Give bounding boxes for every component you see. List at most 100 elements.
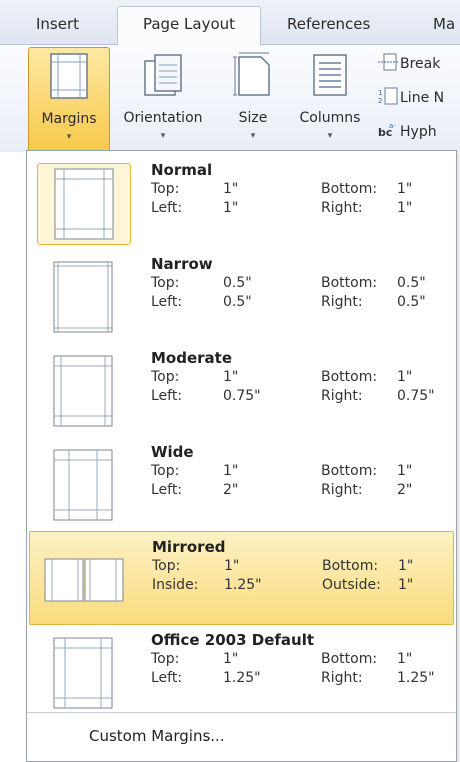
size-button[interactable]: Size ▾ bbox=[226, 47, 280, 147]
label-c: Left: bbox=[151, 388, 183, 404]
label-b: Bottom: bbox=[322, 558, 379, 574]
tab-insert[interactable]: Insert bbox=[36, 8, 79, 44]
line-numbers-button[interactable]: 12 Line N bbox=[378, 87, 444, 113]
option-name: Wide bbox=[151, 443, 194, 461]
tab-references[interactable]: References bbox=[287, 8, 370, 44]
value-d: 0.5" bbox=[397, 294, 426, 310]
label-b: Bottom: bbox=[321, 275, 378, 291]
label-a: Top: bbox=[152, 558, 181, 574]
value-a: 1" bbox=[223, 369, 239, 385]
value-d: 1.25" bbox=[397, 670, 435, 686]
moderate-margin-icon bbox=[53, 355, 113, 427]
label-b: Bottom: bbox=[321, 463, 378, 479]
margin-option-wide[interactable]: Wide Top: 1" Bottom: 1" Left: 2" Right: … bbox=[29, 437, 454, 529]
label-a: Top: bbox=[151, 181, 180, 197]
wide-thumbnail bbox=[37, 445, 129, 525]
value-d: 1" bbox=[397, 200, 413, 216]
value-c: 1.25" bbox=[223, 670, 261, 686]
label-a: Top: bbox=[151, 369, 180, 385]
margin-option-mirrored[interactable]: Mirrored Top: 1" Bottom: 1" Inside: 1.25… bbox=[29, 531, 454, 625]
value-b: 0.5" bbox=[397, 275, 426, 291]
breaks-icon bbox=[378, 53, 400, 75]
orientation-button[interactable]: Orientation ▾ bbox=[112, 47, 214, 147]
size-icon bbox=[233, 52, 270, 96]
label-d: Outside: bbox=[322, 577, 381, 593]
wide-margin-icon bbox=[53, 449, 113, 521]
hyphenation-button[interactable]: bc a- Hyph bbox=[378, 121, 437, 147]
tab-page-layout[interactable]: Page Layout bbox=[117, 6, 261, 46]
label-a: Top: bbox=[151, 275, 180, 291]
columns-button[interactable]: Columns ▾ bbox=[292, 47, 368, 147]
margins-icon bbox=[50, 53, 88, 99]
columns-label: Columns bbox=[299, 110, 361, 126]
value-a: 1" bbox=[223, 181, 239, 197]
margin-option-normal[interactable]: Normal Top: 1" Bottom: 1" Left: 1" Right… bbox=[29, 155, 454, 247]
label-d: Right: bbox=[321, 388, 363, 404]
value-b: 1" bbox=[398, 558, 414, 574]
narrow-margin-icon bbox=[53, 261, 113, 333]
office-2003-margin-icon bbox=[53, 637, 113, 709]
orientation-dropdown-arrow: ▾ bbox=[160, 131, 166, 141]
margin-option-office-2003-default[interactable]: Office 2003 Default Top: 1" Bottom: 1" L… bbox=[29, 625, 454, 717]
label-c: Left: bbox=[151, 482, 183, 498]
value-b: 1" bbox=[397, 181, 413, 197]
value-d: 0.75" bbox=[397, 388, 435, 404]
hyphenation-label: Hyph bbox=[400, 124, 437, 140]
option-name: Moderate bbox=[151, 349, 233, 367]
tab-mailings[interactable]: Ma bbox=[433, 8, 455, 44]
custom-margins-item[interactable]: Custom Margins... bbox=[89, 727, 225, 745]
value-d: 2" bbox=[397, 482, 413, 498]
value-b: 1" bbox=[397, 463, 413, 479]
value-a: 1" bbox=[223, 651, 239, 667]
value-b: 1" bbox=[397, 369, 413, 385]
label-b: Bottom: bbox=[321, 181, 378, 197]
moderate-thumbnail bbox=[37, 351, 129, 431]
value-c: 2" bbox=[223, 482, 239, 498]
value-c: 0.5" bbox=[223, 294, 252, 310]
breaks-button[interactable]: Break bbox=[378, 53, 440, 79]
margins-dropdown-arrow: ▾ bbox=[66, 132, 72, 142]
option-name: Mirrored bbox=[152, 538, 226, 556]
ribbon-page-setup: Margins ▾ Orientation ▾ Size ▾ Columns ▾… bbox=[0, 45, 460, 152]
label-a: Top: bbox=[151, 651, 180, 667]
value-a: 0.5" bbox=[223, 275, 252, 291]
orientation-label: Orientation bbox=[123, 110, 203, 126]
margins-button[interactable]: Margins ▾ bbox=[28, 47, 110, 152]
mirrored-margin-icon bbox=[44, 558, 124, 602]
line-numbers-label: Line N bbox=[400, 90, 445, 106]
menu-separator bbox=[27, 712, 456, 713]
margin-option-narrow[interactable]: Narrow Top: 0.5" Bottom: 0.5" Left: 0.5"… bbox=[29, 249, 454, 341]
line-numbers-icon: 12 bbox=[378, 87, 400, 109]
columns-dropdown-arrow: ▾ bbox=[327, 131, 333, 141]
normal-thumbnail bbox=[37, 163, 131, 245]
label-c: Left: bbox=[151, 200, 183, 216]
value-a: 1" bbox=[223, 463, 239, 479]
label-d: Right: bbox=[321, 294, 363, 310]
label-a: Top: bbox=[151, 463, 180, 479]
value-a: 1" bbox=[224, 558, 240, 574]
value-d: 1" bbox=[398, 577, 414, 593]
office-2003-thumbnail bbox=[37, 633, 129, 713]
option-name: Normal bbox=[151, 161, 213, 179]
label-d: Right: bbox=[321, 670, 363, 686]
svg-text:2: 2 bbox=[378, 97, 382, 105]
size-dropdown-arrow: ▾ bbox=[250, 131, 256, 141]
value-b: 1" bbox=[397, 651, 413, 667]
label-d: Right: bbox=[321, 482, 363, 498]
size-label: Size bbox=[238, 110, 268, 126]
narrow-thumbnail bbox=[37, 257, 129, 337]
margins-label: Margins bbox=[41, 111, 97, 127]
option-name: Narrow bbox=[151, 255, 213, 273]
label-b: Bottom: bbox=[321, 369, 378, 385]
svg-text:a-: a- bbox=[389, 122, 396, 130]
label-c: Left: bbox=[151, 294, 183, 310]
svg-text:1: 1 bbox=[378, 89, 382, 97]
ribbon-tab-bar: Insert Page Layout References Ma bbox=[0, 0, 460, 46]
value-c: 1.25" bbox=[224, 577, 262, 593]
margin-option-moderate[interactable]: Moderate Top: 1" Bottom: 1" Left: 0.75" … bbox=[29, 343, 454, 435]
value-c: 1" bbox=[223, 200, 239, 216]
option-name: Office 2003 Default bbox=[151, 631, 315, 649]
mirrored-thumbnail bbox=[38, 540, 130, 620]
label-d: Right: bbox=[321, 200, 363, 216]
hyphenation-icon: bc a- bbox=[378, 121, 400, 143]
